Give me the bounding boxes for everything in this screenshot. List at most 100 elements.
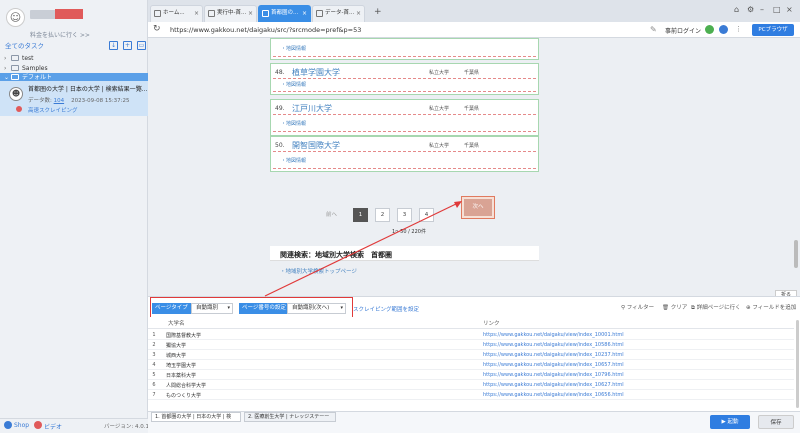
plan-link[interactable]: 料金を払いに行く >> bbox=[30, 30, 90, 39]
status-icon[interactable] bbox=[705, 25, 714, 34]
pc-browser-button[interactable]: PCブラウザ bbox=[752, 24, 794, 36]
table-row[interactable] bbox=[148, 350, 794, 360]
url-field[interactable]: https://www.gakkou.net/daigaku/src/?srcm… bbox=[170, 26, 361, 34]
table-row[interactable] bbox=[148, 380, 794, 390]
task-title: 首都圏の大学 | 日本の大学 | 検索結果一覧... bbox=[28, 86, 148, 93]
item-number: 48. bbox=[275, 69, 285, 76]
row-number: 7 bbox=[152, 392, 156, 398]
row-number: 1 bbox=[152, 332, 156, 338]
list-item: ・地図情報 bbox=[270, 38, 539, 60]
link-cell: https://www.gakkou.net/daigaku/view/inde… bbox=[483, 342, 624, 348]
map-info-link[interactable]: ・地図情報 bbox=[281, 81, 306, 88]
row-number: 3 bbox=[152, 352, 156, 358]
link-cell: https://www.gakkou.net/daigaku/view/inde… bbox=[483, 392, 624, 398]
link-cell: https://www.gakkou.net/daigaku/view/inde… bbox=[483, 332, 624, 338]
item-number: 49. bbox=[275, 105, 285, 112]
go-detail-button[interactable]: ⧉ 詳細ページに行く bbox=[691, 303, 741, 312]
profile-icon[interactable] bbox=[719, 25, 728, 34]
row-number: 2 bbox=[152, 342, 156, 348]
row-number: 6 bbox=[152, 382, 156, 388]
robot-icon: ☻ bbox=[9, 87, 23, 101]
table-row[interactable] bbox=[148, 370, 794, 380]
page-4-button[interactable]: 4 bbox=[419, 208, 434, 222]
page-1-button[interactable]: 1 bbox=[353, 208, 368, 222]
university-name-link[interactable]: 江戸川大学 bbox=[292, 103, 332, 114]
tab-home[interactable]: ホーム... × bbox=[150, 5, 203, 22]
university-name-cell: 日本薬科大学 bbox=[166, 373, 197, 379]
table-row[interactable] bbox=[148, 390, 794, 400]
task-status: 高速スクレイピング bbox=[28, 108, 78, 114]
refresh-icon[interactable]: ↻ bbox=[153, 24, 161, 34]
university-name-cell: 埼玉学園大学 bbox=[166, 363, 197, 369]
university-name-cell: 獨協大学 bbox=[166, 343, 187, 349]
shop-icon bbox=[4, 421, 12, 429]
map-info-link[interactable]: ・地図情報 bbox=[281, 45, 306, 52]
scrape-range-link[interactable]: スクレイピング範囲を設定 bbox=[353, 305, 419, 313]
user-avatar[interactable]: ☺ bbox=[6, 8, 25, 27]
link-cell: https://www.gakkou.net/daigaku/view/inde… bbox=[483, 372, 624, 378]
list-item: 50. 開智国際大学 私立大学 千葉県 ・地図情報 bbox=[270, 136, 539, 172]
running-status-icon bbox=[16, 106, 22, 112]
prev-page-button[interactable]: 前へ bbox=[317, 208, 346, 222]
close-window-icon[interactable]: × bbox=[786, 5, 793, 14]
add-field-button[interactable]: ⊕ フィールドを追加 bbox=[746, 303, 796, 311]
university-name-cell: 人間総合科学大学 bbox=[166, 383, 207, 389]
next-page-button[interactable]: 次へ bbox=[464, 199, 492, 216]
related-search-title: 関連検索：地域別大学検索 首都圏 bbox=[280, 251, 392, 259]
new-folder-icon[interactable]: ▭ bbox=[137, 41, 146, 50]
filter-button[interactable]: ⚲ フィルター bbox=[621, 303, 654, 311]
result-count: 1～50 / 220件 bbox=[392, 229, 426, 235]
tab-current[interactable]: 首都圏の... × bbox=[258, 5, 311, 22]
map-info-link[interactable]: ・地図情報 bbox=[281, 157, 306, 164]
settings-icon[interactable]: ⚙ bbox=[747, 5, 754, 14]
new-task-icon[interactable]: + bbox=[123, 41, 132, 50]
university-name-cell: 城西大学 bbox=[166, 353, 187, 359]
trash-icon: 🗑 bbox=[662, 305, 671, 311]
gift-icon[interactable]: ⌂ bbox=[734, 5, 739, 14]
link-cell: https://www.gakkou.net/daigaku/view/inde… bbox=[483, 382, 624, 388]
table-row[interactable] bbox=[148, 340, 794, 350]
column-header-name[interactable]: 大学名 bbox=[168, 319, 185, 327]
footer-tab-2[interactable]: 2. 医療創生大学 | ナレッジステーー bbox=[244, 412, 336, 422]
table-scrollbar[interactable] bbox=[796, 320, 799, 408]
table-row[interactable] bbox=[148, 330, 794, 340]
plan-badge bbox=[55, 9, 83, 19]
pre-login-button[interactable]: 事前ログイン bbox=[665, 26, 701, 35]
footer-tab-1[interactable]: 1. 首都圏の大学 | 日本の大学 | 検 bbox=[151, 412, 241, 422]
more-icon[interactable]: ⋮ bbox=[735, 25, 742, 33]
task-meta: データ数: 104 2023-09-08 15:37:25 bbox=[28, 98, 130, 104]
column-header-link[interactable]: リンク bbox=[483, 319, 500, 327]
row-number: 5 bbox=[152, 372, 156, 378]
prefecture: 千葉県 bbox=[464, 106, 480, 112]
university-name-cell: 国際基督教大学 bbox=[166, 333, 202, 339]
university-name-link[interactable]: 開智国際大学 bbox=[292, 140, 340, 151]
prefecture: 千葉県 bbox=[464, 70, 480, 76]
list-item: 48. 植草学園大学 私立大学 千葉県 ・地図情報 bbox=[270, 63, 539, 95]
table-header bbox=[148, 317, 794, 329]
region-search-link[interactable]: ・地域別大学検索トップページ bbox=[280, 267, 357, 275]
maximize-icon[interactable]: □ bbox=[773, 5, 781, 14]
table-row[interactable] bbox=[148, 360, 794, 370]
edit-icon: ✎ bbox=[650, 25, 657, 34]
video-link[interactable]: ビデオ bbox=[44, 422, 62, 431]
tab-running[interactable]: 実行中-首... × bbox=[204, 5, 257, 22]
content-scrollbar[interactable] bbox=[794, 240, 798, 268]
shop-link[interactable]: Shop bbox=[14, 422, 29, 429]
close-icon[interactable]: × bbox=[137, 84, 143, 92]
map-info-link[interactable]: ・地図情報 bbox=[281, 120, 306, 127]
item-number: 50. bbox=[275, 142, 285, 149]
clear-button[interactable]: 🗑 クリア bbox=[662, 303, 687, 311]
page-2-button[interactable]: 2 bbox=[375, 208, 390, 222]
import-icon[interactable]: ↓ bbox=[109, 41, 118, 50]
version-text: バージョン: 4.0.1 bbox=[104, 424, 149, 430]
link-cell: https://www.gakkou.net/daigaku/view/inde… bbox=[483, 352, 624, 358]
run-button[interactable]: ▶ 起動 bbox=[710, 415, 750, 429]
page-3-button[interactable]: 3 bbox=[397, 208, 412, 222]
minimize-icon[interactable]: – bbox=[760, 5, 764, 14]
tab-data[interactable]: データ-首... × bbox=[312, 5, 365, 22]
university-name-link[interactable]: 植草学園大学 bbox=[292, 67, 340, 78]
tree-item-test[interactable]: › test bbox=[0, 54, 148, 64]
new-tab-icon[interactable]: + bbox=[374, 7, 382, 17]
university-type: 私立大学 bbox=[429, 143, 450, 149]
save-button[interactable]: 保存 bbox=[758, 415, 794, 429]
